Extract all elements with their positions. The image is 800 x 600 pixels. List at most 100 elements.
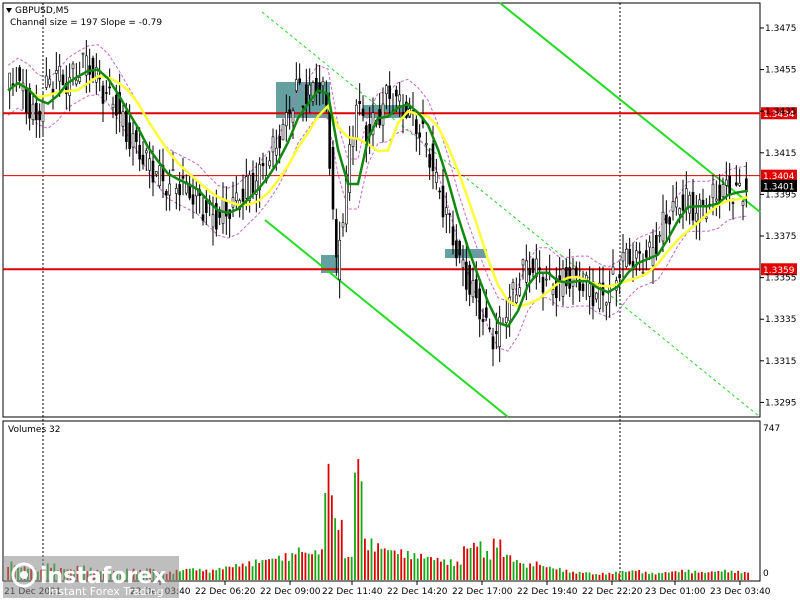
volume-bar (264, 559, 267, 580)
volume-bar (720, 571, 723, 580)
candle-body (98, 77, 101, 80)
candle-body (605, 302, 608, 306)
candle-body (155, 171, 158, 175)
candle-body (638, 251, 641, 254)
volume-bar (558, 567, 561, 580)
candle-body (111, 103, 115, 109)
volume-bar (469, 548, 472, 580)
volume-bar (743, 572, 746, 580)
volume-bar (192, 568, 194, 580)
candle-body (655, 235, 658, 254)
volume-bar (400, 549, 403, 580)
volume-bar (370, 538, 373, 580)
y-tick-label: 1.3475 (765, 24, 797, 34)
volume-bar (611, 573, 614, 580)
chart-canvas: 1.34341.33591.34041.34011.34751.34551.34… (0, 0, 800, 600)
volume-bar (337, 529, 340, 580)
candle-body (131, 132, 135, 148)
candle-body (141, 154, 145, 165)
candle-body (275, 147, 278, 156)
candle-body (191, 194, 195, 205)
candle-body (271, 136, 275, 153)
volume-bar (271, 558, 274, 580)
volume-bar (601, 572, 604, 580)
candle-body (428, 154, 431, 168)
volume-bar (578, 571, 581, 580)
volume-bar (730, 570, 733, 580)
candle-body (251, 172, 255, 194)
volume-bar (433, 560, 436, 580)
volume-bar (588, 572, 591, 580)
channel-info-label: Channel size = 197 Slope = -0.79 (10, 18, 162, 28)
volume-bar (311, 554, 313, 580)
candle-body (701, 199, 705, 207)
volume-bar (463, 546, 465, 580)
candle-body (741, 201, 745, 206)
candle-body (625, 249, 628, 267)
volume-bar (482, 557, 485, 580)
volume-bar (595, 574, 598, 580)
candle-body (171, 169, 175, 172)
candle-body (108, 86, 111, 89)
candle-body (451, 226, 455, 246)
volume-bar (674, 571, 677, 580)
candle-body (125, 110, 128, 142)
volume-bar (624, 571, 627, 580)
volume-bar (383, 548, 386, 580)
candle-body (165, 191, 168, 196)
candle-body (511, 282, 515, 290)
volume-bar (661, 573, 664, 580)
candle-body (418, 132, 421, 138)
candle-body (458, 240, 461, 256)
candle-body (295, 79, 298, 92)
volume-bar (413, 553, 416, 580)
volume-bar (582, 573, 584, 580)
volume-bar (443, 559, 446, 580)
candle-body (728, 175, 731, 195)
candle-body (71, 63, 75, 69)
candle-body (55, 70, 58, 74)
volume-bar (473, 542, 475, 580)
candle-body (48, 78, 51, 86)
volume-bar (202, 571, 204, 580)
volume-bar (297, 547, 300, 580)
volume-bar (212, 569, 214, 580)
volume-bar (671, 571, 674, 580)
candle-body (448, 213, 451, 215)
candle-body (611, 266, 615, 275)
volume-bar (198, 568, 201, 580)
candle-body (505, 317, 508, 324)
candle-body (168, 183, 171, 196)
candle-body (688, 195, 691, 214)
volume-bar (304, 552, 307, 580)
candle-body (531, 258, 535, 273)
x-tick-label: 22 Dec 19:40 (517, 587, 578, 597)
volume-bar (380, 548, 383, 580)
volume-bar (489, 559, 492, 580)
volume-bar (565, 569, 568, 580)
volume-bar (506, 554, 508, 580)
highlight-zone (321, 255, 340, 273)
candle-body (355, 104, 358, 140)
y-tick-label: 1.3415 (765, 149, 797, 159)
candle-body (181, 176, 185, 179)
y-tick-label: 1.3335 (765, 315, 797, 325)
candle-body (425, 143, 428, 145)
volume-bar (555, 569, 558, 580)
volume-bar (525, 567, 528, 580)
volume-bar (499, 539, 502, 580)
volume-bar (667, 572, 670, 580)
candle-body (308, 84, 311, 96)
candle-body (455, 240, 458, 259)
volume-bar (486, 551, 489, 580)
volume-bar (634, 571, 637, 580)
candle-body (471, 280, 475, 298)
candle-body (128, 122, 131, 150)
volume-bar (697, 572, 700, 580)
volume-bar (552, 568, 555, 580)
volume-bar (502, 557, 505, 580)
volume-bar (182, 570, 185, 580)
candle-body (431, 143, 435, 172)
candle-body (538, 267, 541, 271)
candle-body (75, 79, 78, 85)
